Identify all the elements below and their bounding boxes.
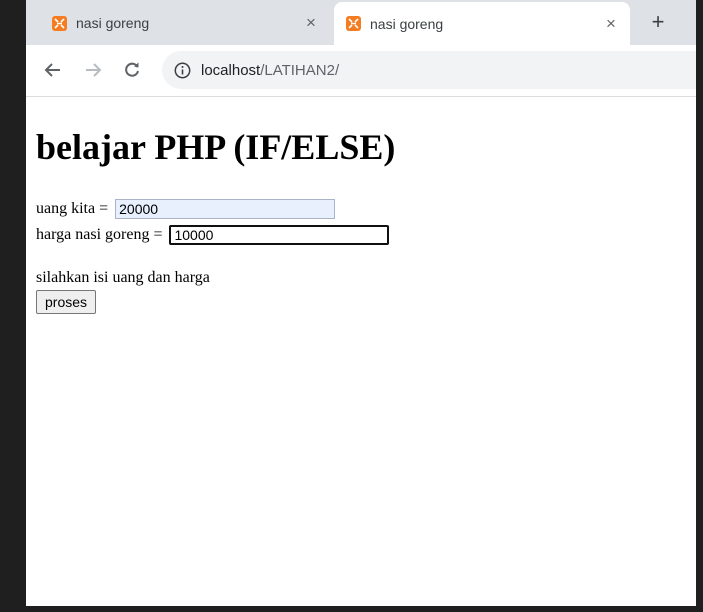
url-text: localhost/LATIHAN2/ — [201, 62, 339, 79]
page-content: belajar PHP (IF/ELSE) uang kita = harga … — [36, 97, 686, 314]
back-arrow-icon[interactable] — [40, 57, 66, 83]
tab-strip: nasi goreng × nasi goreng × + — [26, 0, 696, 45]
uang-label: uang kita = — [36, 200, 113, 217]
browser-toolbar: localhost/LATIHAN2/ — [26, 45, 696, 97]
close-icon[interactable]: × — [600, 13, 622, 35]
forward-arrow-icon[interactable] — [80, 57, 106, 83]
reload-icon[interactable] — [119, 57, 145, 83]
xampp-favicon-icon — [52, 15, 67, 31]
tab-title: nasi goreng — [76, 15, 150, 31]
harga-label: harga nasi goreng = — [36, 226, 167, 243]
address-bar[interactable]: localhost/LATIHAN2/ — [162, 51, 696, 89]
uang-input[interactable] — [115, 199, 336, 219]
harga-input[interactable] — [169, 225, 390, 245]
xampp-favicon-icon — [346, 16, 361, 31]
close-icon[interactable]: × — [300, 12, 322, 34]
browser-window: nasi goreng × nasi goreng × + localhost/… — [26, 0, 696, 606]
page-heading: belajar PHP (IF/ELSE) — [36, 127, 396, 167]
harga-row: harga nasi goreng = — [36, 222, 686, 248]
tab-active[interactable]: nasi goreng × — [334, 2, 630, 45]
url-host: localhost — [201, 61, 261, 79]
new-tab-plus-icon[interactable]: + — [644, 8, 672, 36]
status-message: silahkan isi uang dan harga — [36, 269, 210, 286]
uang-row: uang kita = — [36, 196, 686, 222]
url-path: /LATIHAN2/ — [260, 61, 340, 79]
info-icon[interactable] — [174, 62, 191, 79]
tab-title: nasi goreng — [370, 15, 444, 32]
proses-button[interactable]: proses — [36, 290, 97, 314]
tab-inactive[interactable]: nasi goreng × — [40, 4, 330, 42]
